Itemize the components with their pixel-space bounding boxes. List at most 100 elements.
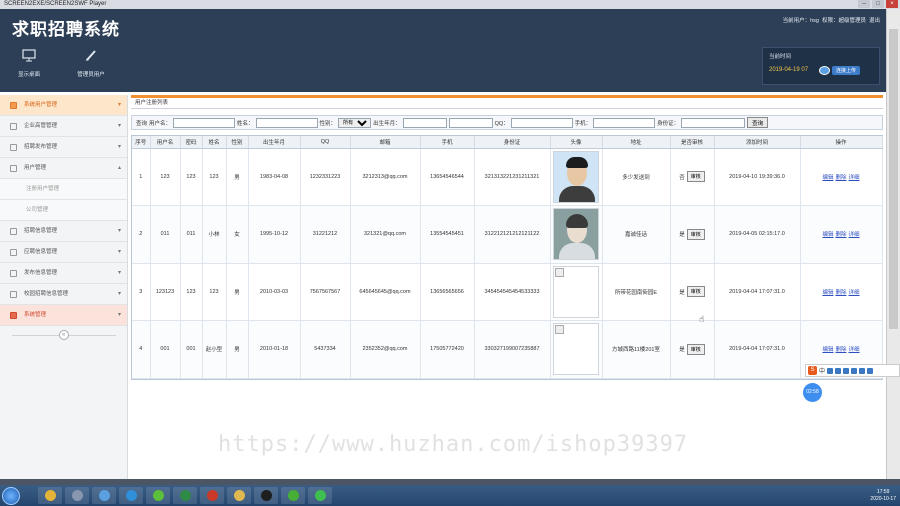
- admin-user-button[interactable]: 管理员用户: [70, 49, 112, 78]
- cell-email: 645645645@qq.com: [350, 263, 421, 321]
- maximize-icon[interactable]: □: [872, 0, 884, 8]
- sidebar: 系统用户管理 ▾ 企业高管管理 ▾ 招聘发布管理 ▾ 用户管理 ▴ 注册用户管理 公司管…: [0, 95, 128, 479]
- ime-tool-icon[interactable]: [835, 367, 842, 374]
- logout-link[interactable]: 退出: [869, 16, 880, 24]
- sidebar-subitem-registered-users[interactable]: 注册用户管理: [0, 179, 127, 200]
- chevron-down-icon: ▾: [117, 144, 121, 150]
- qq-icon[interactable]: [254, 487, 278, 504]
- cell-birth: 1983-04-08: [248, 148, 301, 206]
- audit-button[interactable]: 审核: [686, 343, 705, 355]
- folder-icon[interactable]: [227, 487, 251, 504]
- show-desktop-button[interactable]: 显示桌面: [8, 49, 50, 78]
- qq-label: QQ：: [494, 120, 509, 127]
- breadcrumb: 用户注册列表: [131, 98, 883, 109]
- ime-tool-icon[interactable]: [859, 367, 866, 374]
- chevron-down-icon: ▾: [117, 312, 121, 318]
- ime-tool-icon[interactable]: [851, 367, 858, 374]
- sidebar-subitem-companies[interactable]: 公司管理: [0, 200, 127, 221]
- heart-icon: [10, 312, 17, 319]
- name-input[interactable]: [255, 117, 318, 128]
- birth-from-input[interactable]: [402, 117, 447, 128]
- phone-input[interactable]: [593, 117, 656, 128]
- sidebar-item-system[interactable]: 系统管理 ▾: [0, 305, 127, 326]
- excel-icon[interactable]: [173, 487, 197, 504]
- minimize-icon[interactable]: –: [858, 0, 870, 8]
- upload-button[interactable]: 连接上传: [819, 66, 861, 75]
- cell-address: 嘉诚佳话: [602, 205, 671, 264]
- delete-link[interactable]: 删除: [835, 232, 846, 238]
- detail-link[interactable]: 详细: [849, 175, 860, 181]
- monitor-icon: [22, 49, 36, 62]
- cell-email: 2352352@qq.com: [350, 320, 421, 379]
- edit-link[interactable]: 编辑: [822, 175, 833, 181]
- collapse-icon[interactable]: «: [58, 330, 69, 340]
- cell-audit: 否审核: [670, 148, 715, 206]
- birth-to-input[interactable]: [448, 117, 493, 128]
- player-icon[interactable]: [308, 487, 332, 504]
- detail-link[interactable]: 详细: [849, 290, 860, 296]
- ime-tool-icon[interactable]: [867, 367, 874, 374]
- wechat-icon[interactable]: [281, 487, 305, 504]
- audit-button[interactable]: 审核: [686, 286, 705, 298]
- detail-link[interactable]: 详细: [849, 232, 860, 238]
- sidebar-item-recruit-info[interactable]: 招聘信息管理 ▾: [0, 221, 127, 242]
- sidebar-item-campus[interactable]: 校园招聘信息管理 ▾: [0, 284, 127, 305]
- app-title: 求职招聘系统: [12, 20, 120, 39]
- current-user: 当前用户：hsg: [782, 18, 819, 24]
- sidebar-item-users[interactable]: 用户管理 ▴: [0, 158, 127, 179]
- sidebar-item-executives[interactable]: 企业高管管理 ▾: [0, 116, 127, 137]
- sidebar-item-label: 招聘信息管理: [24, 228, 58, 234]
- column-header: 性别: [226, 136, 249, 149]
- 360-icon[interactable]: [146, 487, 170, 504]
- cell-password: 123: [180, 148, 203, 206]
- gender-label: 性别：: [319, 120, 337, 127]
- table-row: 4 001 001 赵小型 男 2010-01-18 5437334 23523…: [132, 320, 883, 379]
- audit-button[interactable]: 审核: [686, 228, 705, 240]
- start-button[interactable]: [2, 486, 20, 505]
- qq-input[interactable]: [510, 117, 573, 128]
- baidu-cloud-icon[interactable]: [92, 487, 116, 504]
- edit-link[interactable]: 编辑: [822, 290, 833, 296]
- gender-select[interactable]: 所有: [338, 117, 372, 128]
- scrollbar-thumb[interactable]: [889, 29, 898, 329]
- cell-audit: 是审核: [670, 320, 715, 379]
- sidebar-item-job-posting[interactable]: 招聘发布管理 ▾: [0, 137, 127, 158]
- cell-added: 2019-04-05 02:15:17.0: [714, 205, 801, 264]
- delete-link[interactable]: 删除: [835, 175, 846, 181]
- edit-link[interactable]: 编辑: [822, 347, 833, 353]
- close-icon[interactable]: ×: [886, 0, 898, 8]
- browser-icon[interactable]: [119, 487, 143, 504]
- ime-toolbar[interactable]: S 中: [805, 364, 900, 377]
- document-icon: [10, 291, 17, 298]
- watermark: https://www.huzhan.com/ishop39397: [218, 432, 689, 457]
- column-header: QQ: [300, 136, 351, 149]
- pencil-icon: [10, 102, 17, 109]
- sidebar-item-system-users[interactable]: 系统用户管理 ▾: [0, 95, 127, 116]
- sidebar-item-label: 校园招聘信息管理: [24, 291, 69, 297]
- chevron-down-icon: ▾: [117, 270, 121, 276]
- top-nav: 显示桌面 管理员用户: [8, 49, 112, 78]
- flash-icon[interactable]: [200, 487, 224, 504]
- timer-badge[interactable]: 02:58: [803, 383, 822, 402]
- ime-tool-icon[interactable]: [827, 367, 834, 374]
- search-bar: 查询 用户名： 姓名： 性别： 所有 出生年月： QQ： 手机： 身份证： 查询: [131, 115, 883, 130]
- vertical-scrollbar[interactable]: [886, 9, 900, 479]
- taskbar: 17:59 2020-10-17: [0, 485, 900, 506]
- ime-tool-icon[interactable]: [843, 367, 850, 374]
- chrome-icon[interactable]: [38, 487, 62, 504]
- username-input[interactable]: [173, 117, 236, 128]
- search-button[interactable]: 查询: [747, 117, 769, 128]
- app-icon[interactable]: [65, 487, 89, 504]
- table-row: 1 123 123 123 男 1983-04-08 1232331223 32…: [132, 148, 883, 206]
- delete-link[interactable]: 删除: [835, 290, 846, 296]
- delete-link[interactable]: 删除: [835, 347, 846, 353]
- detail-link[interactable]: 详细: [849, 347, 860, 353]
- idcard-input[interactable]: [681, 117, 746, 128]
- edit-link[interactable]: 编辑: [822, 232, 833, 238]
- clock[interactable]: 17:59 2020-10-17: [870, 489, 896, 503]
- audit-button[interactable]: 审核: [686, 171, 705, 183]
- system-tray: 17:59 2020-10-17: [870, 485, 896, 506]
- sidebar-item-publish-info[interactable]: 发布信息管理 ▾: [0, 263, 127, 284]
- sidebar-item-applications[interactable]: 应聘信息管理 ▾: [0, 242, 127, 263]
- cell-avatar: [550, 148, 603, 206]
